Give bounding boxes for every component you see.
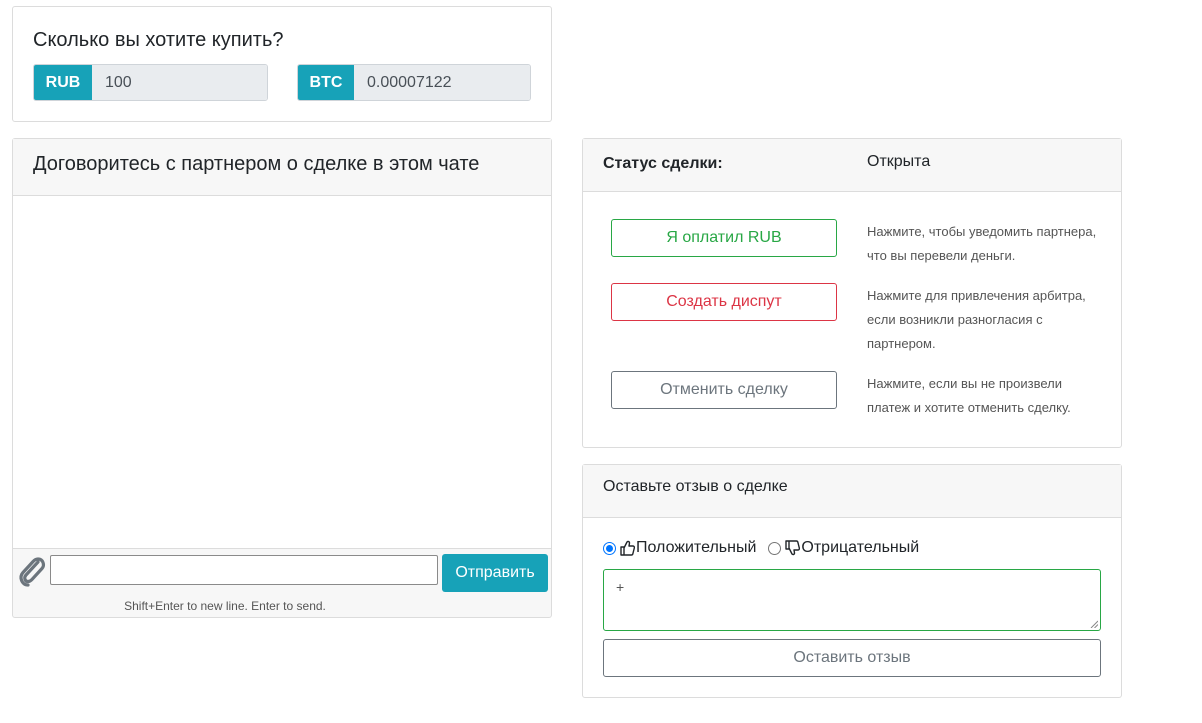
resize-grip-icon[interactable] (1090, 620, 1098, 628)
negative-label[interactable]: Отрицательный (801, 539, 919, 557)
cancel-hint: Нажмите, если вы не произвели платеж и х… (867, 376, 1071, 415)
status-label: Статус сделки: (603, 155, 723, 172)
rub-amount-field[interactable]: 100 (92, 65, 267, 100)
thumbs-down-icon (785, 540, 801, 556)
btc-currency-label: BTC (298, 65, 354, 100)
rub-currency-label: RUB (34, 65, 92, 100)
send-button[interactable]: Отправить (442, 554, 548, 592)
negative-radio[interactable] (768, 541, 782, 555)
rub-amount-group: RUB 100 (33, 64, 268, 101)
chat-header: Договоритесь с партнером о сделке в этом… (13, 139, 551, 196)
review-title: Оставьте отзыв о сделке (603, 478, 788, 495)
create-dispute-button[interactable]: Создать диспут (611, 283, 837, 321)
amount-title: Сколько вы хотите купить? (33, 29, 284, 51)
paid-button[interactable]: Я оплатил RUB (611, 219, 837, 257)
chat-messages-area[interactable] (13, 196, 551, 549)
paperclip-icon[interactable] (17, 555, 47, 587)
review-text: + (616, 579, 625, 595)
chat-card: Договоритесь с партнером о сделке в этом… (12, 138, 552, 618)
thumbs-up-icon (620, 540, 636, 556)
cancel-deal-button[interactable]: Отменить сделку (611, 371, 837, 409)
chat-message-input[interactable] (50, 555, 438, 585)
review-header: Оставьте отзыв о сделке (583, 465, 1121, 518)
dispute-hint: Нажмите для привлечения арбитра, если во… (867, 288, 1086, 351)
amount-card: Сколько вы хотите купить? RUB 100 BTC 0.… (12, 6, 552, 122)
review-textarea[interactable]: + (603, 569, 1101, 631)
review-card: Оставьте отзыв о сделке Положительный От… (582, 464, 1122, 698)
btc-amount-field[interactable]: 0.00007122 (354, 65, 530, 100)
review-options: Положительный Отрицательный (603, 539, 919, 557)
deal-status-card: Статус сделки: Открыта Я оплатил RUB Наж… (582, 138, 1122, 448)
chat-hint: Shift+Enter to new line. Enter to send. (124, 599, 326, 613)
chat-title: Договоритесь с партнером о сделке в этом… (33, 153, 480, 175)
paid-hint: Нажмите, чтобы уведомить партнера, что в… (867, 224, 1097, 263)
btc-amount-group: BTC 0.00007122 (297, 64, 531, 101)
submit-review-button[interactable]: Оставить отзыв (603, 639, 1101, 677)
status-value: Открыта (867, 153, 931, 170)
positive-label[interactable]: Положительный (636, 539, 756, 557)
positive-radio[interactable] (603, 541, 616, 555)
status-header: Статус сделки: Открыта (583, 139, 1121, 192)
